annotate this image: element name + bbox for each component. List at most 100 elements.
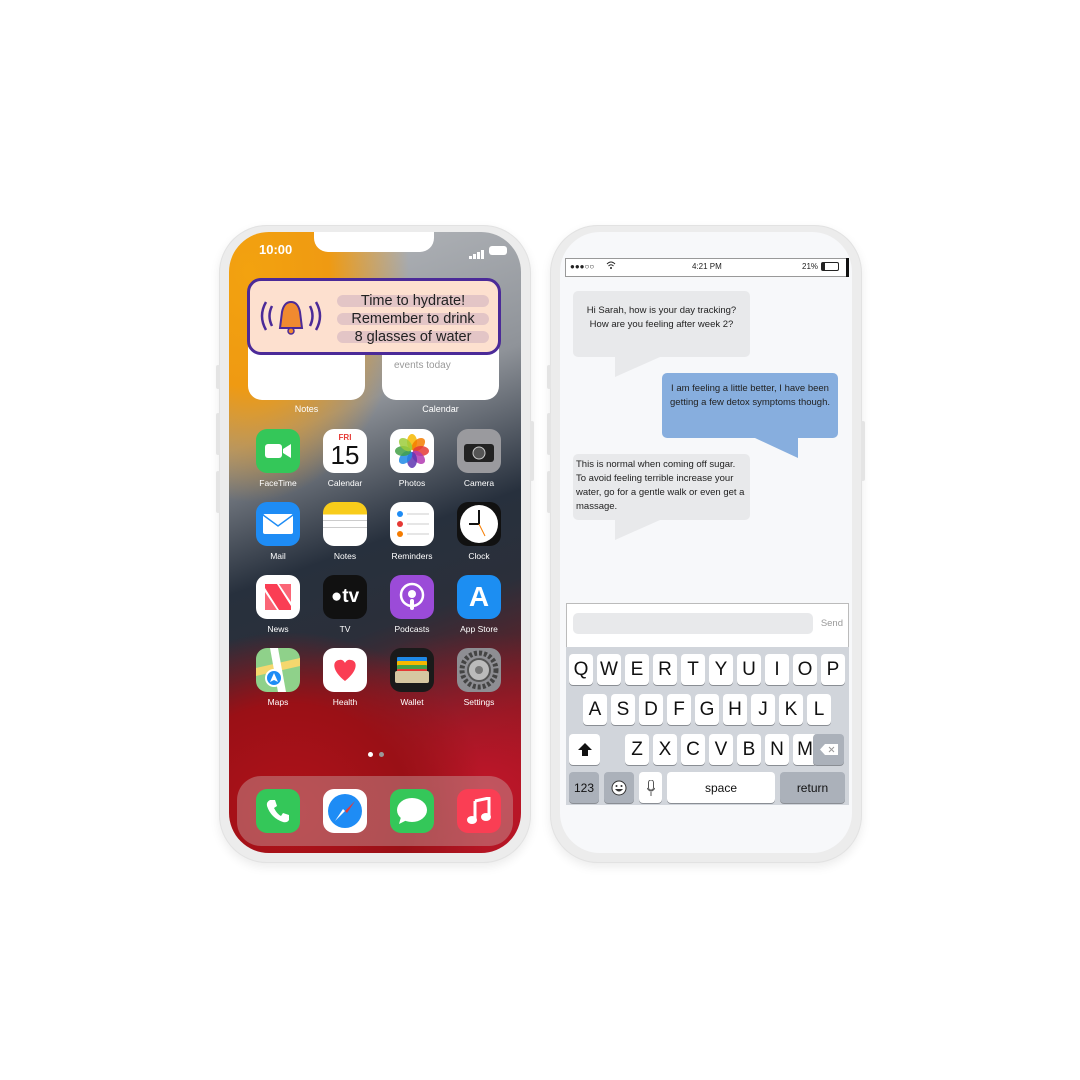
app-maps[interactable]: Maps <box>250 648 306 707</box>
message-incoming: This is normal when coming off sugar. To… <box>573 454 750 520</box>
dock-app[interactable] <box>250 789 306 833</box>
send-button[interactable]: Send <box>821 618 843 629</box>
key-r[interactable]: R <box>653 654 677 685</box>
power-button <box>861 421 865 481</box>
microphone-key[interactable] <box>639 772 662 803</box>
app-label: Calendar <box>327 478 363 488</box>
key-c[interactable]: C <box>681 734 705 765</box>
wifi-icon <box>606 261 616 272</box>
message-text: Hi Sarah, how is your day tracking? How … <box>586 305 737 330</box>
mute-switch <box>216 365 220 389</box>
clock-icon <box>457 502 501 546</box>
calendar-widget-text: events today <box>394 360 451 371</box>
key-a[interactable]: A <box>583 694 607 725</box>
app-label: Clock <box>468 551 490 561</box>
message-input[interactable] <box>573 613 813 634</box>
volume-up-button <box>547 413 551 455</box>
app-camera[interactable]: Camera <box>451 429 507 488</box>
dock-app[interactable] <box>384 789 440 833</box>
messages-screen: ●●●○○ 4:21 PM 21% Hi Sarah, how is your … <box>560 232 852 853</box>
app-app-store[interactable]: A App Store <box>451 575 507 634</box>
music-note-icon <box>457 789 501 833</box>
backspace-key[interactable] <box>813 734 844 765</box>
dock-app[interactable] <box>317 789 373 833</box>
podcast-icon <box>390 575 434 619</box>
keyboard: Q W E R T Y U I O P A S D F G H J K L Z X C V B N M 123 space return <box>566 647 849 805</box>
app-tv[interactable]: ●tv TV <box>317 575 373 634</box>
battery-icon <box>489 246 507 255</box>
message-text: I am feeling a little better, I have bee… <box>670 383 831 408</box>
key-b[interactable]: B <box>737 734 761 765</box>
key-h[interactable]: H <box>723 694 747 725</box>
app-reminders[interactable]: Reminders <box>384 502 440 561</box>
message-incoming: Hi Sarah, how is your day tracking? How … <box>573 291 750 357</box>
key-v[interactable]: V <box>709 734 733 765</box>
app-store-icon: A <box>457 575 501 619</box>
bubble-tail <box>755 438 798 458</box>
messages-icon <box>390 789 434 833</box>
dock <box>237 776 513 846</box>
dock-app[interactable] <box>451 789 507 833</box>
app-podcasts[interactable]: Podcasts <box>384 575 440 634</box>
key-s[interactable]: S <box>611 694 635 725</box>
key-l[interactable]: L <box>807 694 831 725</box>
app-photos[interactable]: Photos <box>384 429 440 488</box>
shift-key[interactable] <box>569 734 600 765</box>
key-g[interactable]: G <box>695 694 719 725</box>
notch <box>314 232 434 252</box>
key-o[interactable]: O <box>793 654 817 685</box>
key-q[interactable]: Q <box>569 654 593 685</box>
notepad-icon <box>323 502 367 546</box>
key-j[interactable]: J <box>751 694 775 725</box>
heart-icon <box>323 648 367 692</box>
volume-up-button <box>216 413 220 455</box>
app-news[interactable]: News <box>250 575 306 634</box>
app-notes[interactable]: Notes <box>317 502 373 561</box>
message-outgoing: I am feeling a little better, I have bee… <box>662 373 838 438</box>
space-key[interactable]: space <box>667 772 775 803</box>
message-text: This is normal when coming off sugar. To… <box>576 459 745 512</box>
widget-label-notes: Notes <box>294 404 319 414</box>
divider <box>846 258 849 277</box>
app-mail[interactable]: Mail <box>250 502 306 561</box>
key-i[interactable]: I <box>765 654 789 685</box>
numbers-key[interactable]: 123 <box>569 772 599 803</box>
app-label: Settings <box>463 697 495 707</box>
signal-dots-icon: ●●●○○ <box>570 262 595 271</box>
apple-tv-icon: ●tv <box>323 575 367 619</box>
wallet-icon <box>390 648 434 692</box>
messages-phone: ●●●○○ 4:21 PM 21% Hi Sarah, how is your … <box>547 225 865 863</box>
app-health[interactable]: Health <box>317 648 373 707</box>
power-button <box>530 421 534 481</box>
hydration-notification[interactable]: Time to hydrate! Remember to drink 8 gla… <box>247 278 501 355</box>
app-settings[interactable]: Settings <box>451 648 507 707</box>
page-dot <box>379 752 384 757</box>
key-n[interactable]: N <box>765 734 789 765</box>
app-calendar[interactable]: FRI 15 Calendar <box>317 429 373 488</box>
key-k[interactable]: K <box>779 694 803 725</box>
app-label: TV <box>339 624 351 634</box>
key-y[interactable]: Y <box>709 654 733 685</box>
return-key[interactable]: return <box>780 772 845 803</box>
safari-compass-icon <box>323 789 367 833</box>
volume-down-button <box>547 471 551 513</box>
emoji-key[interactable] <box>604 772 634 803</box>
key-w[interactable]: W <box>597 654 621 685</box>
key-u[interactable]: U <box>737 654 761 685</box>
key-p[interactable]: P <box>821 654 845 685</box>
key-f[interactable]: F <box>667 694 691 725</box>
signal-icon <box>469 246 485 264</box>
app-wallet[interactable]: Wallet <box>384 648 440 707</box>
page-indicator[interactable] <box>365 744 387 762</box>
app-facetime[interactable]: FaceTime <box>250 429 306 488</box>
key-d[interactable]: D <box>639 694 663 725</box>
key-t[interactable]: T <box>681 654 705 685</box>
status-time: 10:00 <box>259 242 293 257</box>
app-label: Maps <box>267 697 289 707</box>
app-clock[interactable]: Clock <box>451 502 507 561</box>
key-z[interactable]: Z <box>625 734 649 765</box>
key-x[interactable]: X <box>653 734 677 765</box>
compose-bar: Send <box>566 603 849 647</box>
gear-icon <box>457 648 501 692</box>
key-e[interactable]: E <box>625 654 649 685</box>
